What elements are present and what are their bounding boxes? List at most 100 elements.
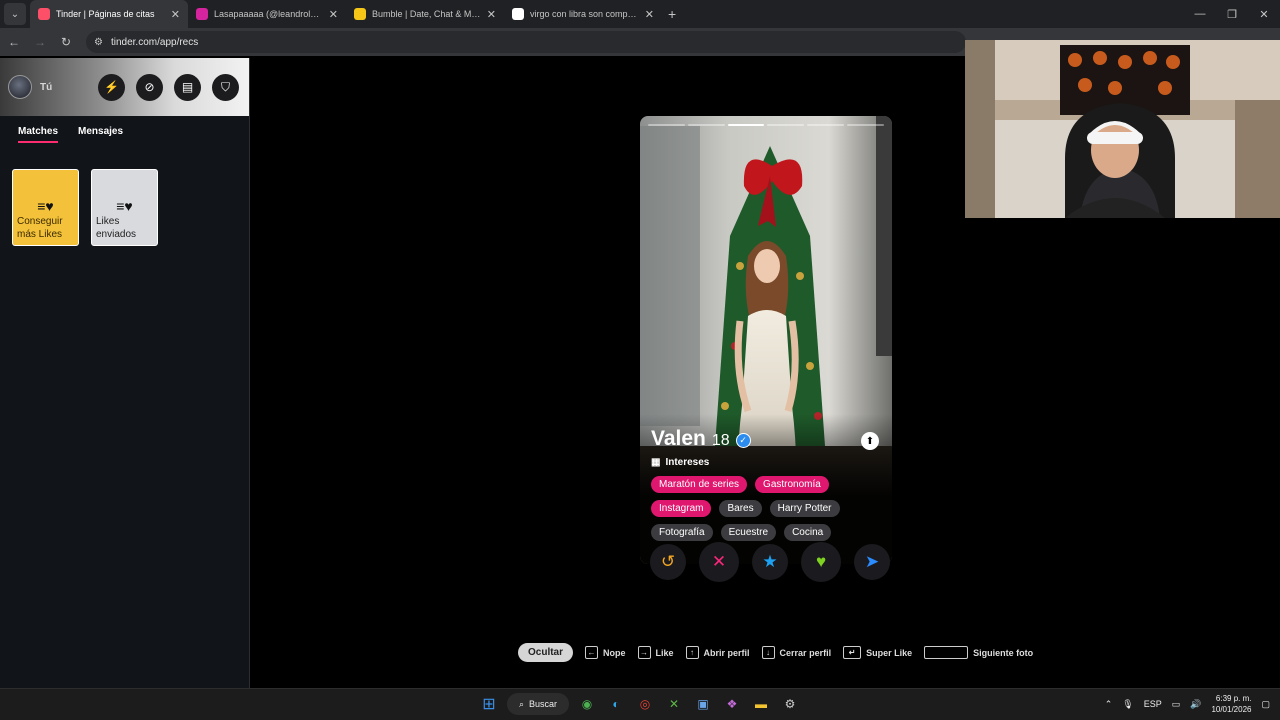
profile-age: 18 bbox=[711, 432, 730, 449]
sidebar-tabs: Matches Mensajes bbox=[0, 116, 249, 143]
key-icon: → bbox=[637, 646, 651, 659]
taskbar-search[interactable]: ⌕ Buscar bbox=[507, 693, 569, 715]
x-icon: ✕ bbox=[711, 552, 727, 571]
interests-heading: ▦ Intereses bbox=[651, 457, 883, 468]
shortcut-label: Like bbox=[655, 647, 674, 658]
rewind-button[interactable]: ↺ bbox=[650, 544, 686, 580]
send-icon: ➤ bbox=[864, 552, 880, 571]
close-tab-icon[interactable]: ✕ bbox=[487, 8, 496, 21]
webcam-overlay bbox=[965, 40, 1280, 218]
close-tab-icon[interactable]: ✕ bbox=[645, 8, 654, 21]
tab-title: Bumble | Date, Chat & Meet New bbox=[372, 9, 481, 19]
shield-icon[interactable]: ⛉ bbox=[212, 73, 239, 101]
shortcut-label: Siguiente foto bbox=[973, 647, 1034, 658]
address-bar[interactable]: ⚙ tinder.com/app/recs bbox=[86, 31, 966, 53]
key-icon: ↑ bbox=[685, 646, 699, 659]
sidebar-header: Tú ⚡ ⊘ ▤ ⛉ bbox=[0, 58, 249, 116]
clock-time: 6:39 p. m. bbox=[1215, 694, 1252, 703]
photo-progress-segment[interactable] bbox=[767, 124, 805, 126]
language-indicator[interactable]: ESP bbox=[1144, 699, 1162, 709]
get-more-likes-card[interactable]: ≡♥ Conseguir más Likes bbox=[12, 169, 79, 246]
search-label: Buscar bbox=[529, 699, 558, 709]
close-window-button[interactable]: ✕ bbox=[1248, 0, 1280, 28]
copilot-icon[interactable]: ❖ bbox=[721, 693, 743, 715]
maximize-button[interactable]: ❐ bbox=[1216, 0, 1248, 28]
chrome-icon[interactable]: ◎ bbox=[634, 693, 656, 715]
interest-chip: Fotografía bbox=[651, 524, 713, 541]
name-line: Valen 18 ✓ bbox=[651, 427, 883, 451]
card-label: Conseguir más Likes bbox=[17, 216, 63, 240]
chevron-up-icon[interactable]: ⌃ bbox=[1105, 699, 1113, 710]
interests-label: Intereses bbox=[665, 457, 710, 468]
settings-icon[interactable]: ⚙ bbox=[779, 693, 801, 715]
nope-button[interactable]: ✕ bbox=[699, 542, 739, 582]
reload-button[interactable]: ↻ bbox=[54, 30, 78, 54]
browser-tab[interactable]: virgo con libra son compatibles ✕ bbox=[504, 0, 662, 28]
close-tab-icon[interactable]: ✕ bbox=[329, 8, 338, 21]
briefcase-icon[interactable]: ▤ bbox=[174, 73, 201, 101]
browser-tab[interactable]: Lasapaaaaa (@leandroloaizam) ✕ bbox=[188, 0, 346, 28]
xbox-icon[interactable]: ✕ bbox=[663, 693, 685, 715]
likes-sent-card[interactable]: ≡♥ Likes enviados bbox=[91, 169, 158, 246]
site-info-icon[interactable]: ⚙ bbox=[94, 37, 103, 48]
avatar[interactable] bbox=[8, 75, 32, 99]
tab-mensajes[interactable]: Mensajes bbox=[78, 126, 123, 143]
super-like-button[interactable]: ★ bbox=[752, 544, 788, 580]
rewind-icon: ↺ bbox=[660, 552, 676, 571]
browser-tab[interactable]: Tinder | Páginas de citas ✕ bbox=[30, 0, 188, 28]
chrome-profile-icon[interactable]: ◉ bbox=[576, 693, 598, 715]
volume-icon[interactable]: 🔊 bbox=[1190, 699, 1201, 710]
verified-icon: ✓ bbox=[735, 433, 751, 448]
interest-chip: Cocina bbox=[784, 524, 832, 541]
file-explorer-icon[interactable]: ▬ bbox=[750, 693, 772, 715]
taskbar: ⊞ ⌕ Buscar ◉ ◐ ◎ ✕ ▣ ❖ ▬ ⚙ ⌃ 🎙 ESP ▭ 🔊 6… bbox=[0, 688, 1280, 720]
taskbar-apps: ⊞ ⌕ Buscar ◉ ◐ ◎ ✕ ▣ ❖ ▬ ⚙ bbox=[478, 693, 801, 715]
minimize-button[interactable]: — bbox=[1184, 0, 1216, 28]
card-label: Likes enviados bbox=[96, 216, 137, 240]
tinder-icon bbox=[38, 8, 50, 20]
close-tab-icon[interactable]: ✕ bbox=[171, 8, 180, 21]
user-label[interactable]: Tú bbox=[40, 82, 52, 93]
browser-tab[interactable]: Bumble | Date, Chat & Meet New ✕ bbox=[346, 0, 504, 28]
photo-progress-segment[interactable] bbox=[648, 124, 685, 126]
boost-icon[interactable]: ⚡ bbox=[98, 73, 125, 101]
tab-matches[interactable]: Matches bbox=[18, 126, 59, 143]
tab-list: Tinder | Páginas de citas ✕ Lasapaaaaa (@l… bbox=[30, 0, 662, 28]
photo-progress bbox=[648, 124, 884, 126]
interest-chip: Ecuestre bbox=[720, 524, 777, 541]
new-tab-button[interactable]: + bbox=[668, 6, 676, 22]
microphone-icon[interactable]: 🎙 bbox=[1122, 699, 1133, 710]
photo-progress-segment[interactable] bbox=[807, 124, 845, 126]
edge-icon[interactable]: ◐ bbox=[605, 693, 627, 715]
tab-title: Tinder | Páginas de citas bbox=[56, 9, 155, 19]
back-button[interactable]: ← bbox=[2, 30, 26, 54]
windows-start-icon[interactable]: ⊞ bbox=[478, 693, 500, 715]
system-tray: ⌃ 🎙 ESP ▭ 🔊 6:39 p. m. 10/01/2026 ▢ bbox=[1105, 693, 1270, 715]
interest-chip: Instagram bbox=[651, 500, 712, 517]
hide-shortcuts-button[interactable]: Ocultar bbox=[518, 643, 574, 662]
heart-icon: ♥ bbox=[815, 552, 827, 571]
shortcut-hint: ↓ Cerrar perfil bbox=[761, 646, 832, 659]
shortcut-label: Cerrar perfil bbox=[779, 647, 832, 658]
header-icons: ⚡ ⊘ ▤ ⛉ bbox=[98, 73, 239, 101]
network-icon[interactable]: ▭ bbox=[1172, 699, 1181, 710]
explore-icon[interactable]: ⊘ bbox=[136, 73, 163, 101]
key-icon bbox=[924, 646, 969, 659]
forward-button[interactable]: → bbox=[28, 30, 52, 54]
photo-progress-segment[interactable] bbox=[727, 124, 765, 126]
clock[interactable]: 6:39 p. m. 10/01/2026 bbox=[1211, 693, 1251, 715]
tab-search-button[interactable]: ⌄ bbox=[4, 3, 26, 25]
boost-button[interactable]: ➤ bbox=[854, 544, 890, 580]
photo-progress-segment[interactable] bbox=[847, 124, 884, 126]
star-icon: ★ bbox=[762, 552, 778, 571]
like-button[interactable]: ♥ bbox=[801, 542, 841, 582]
shortcut-hint: ← Nope bbox=[585, 646, 626, 659]
photo-progress-segment[interactable] bbox=[687, 124, 725, 126]
notifications-icon[interactable]: ▢ bbox=[1261, 699, 1270, 710]
interest-chip: Gastronomía bbox=[755, 476, 829, 493]
google-icon bbox=[512, 8, 524, 20]
clock-date: 10/01/2026 bbox=[1211, 705, 1252, 714]
photos-icon[interactable]: ▣ bbox=[692, 693, 714, 715]
shortcut-label: Super Like bbox=[866, 647, 913, 658]
shortcut-hint: ↵ Super Like bbox=[843, 646, 912, 659]
